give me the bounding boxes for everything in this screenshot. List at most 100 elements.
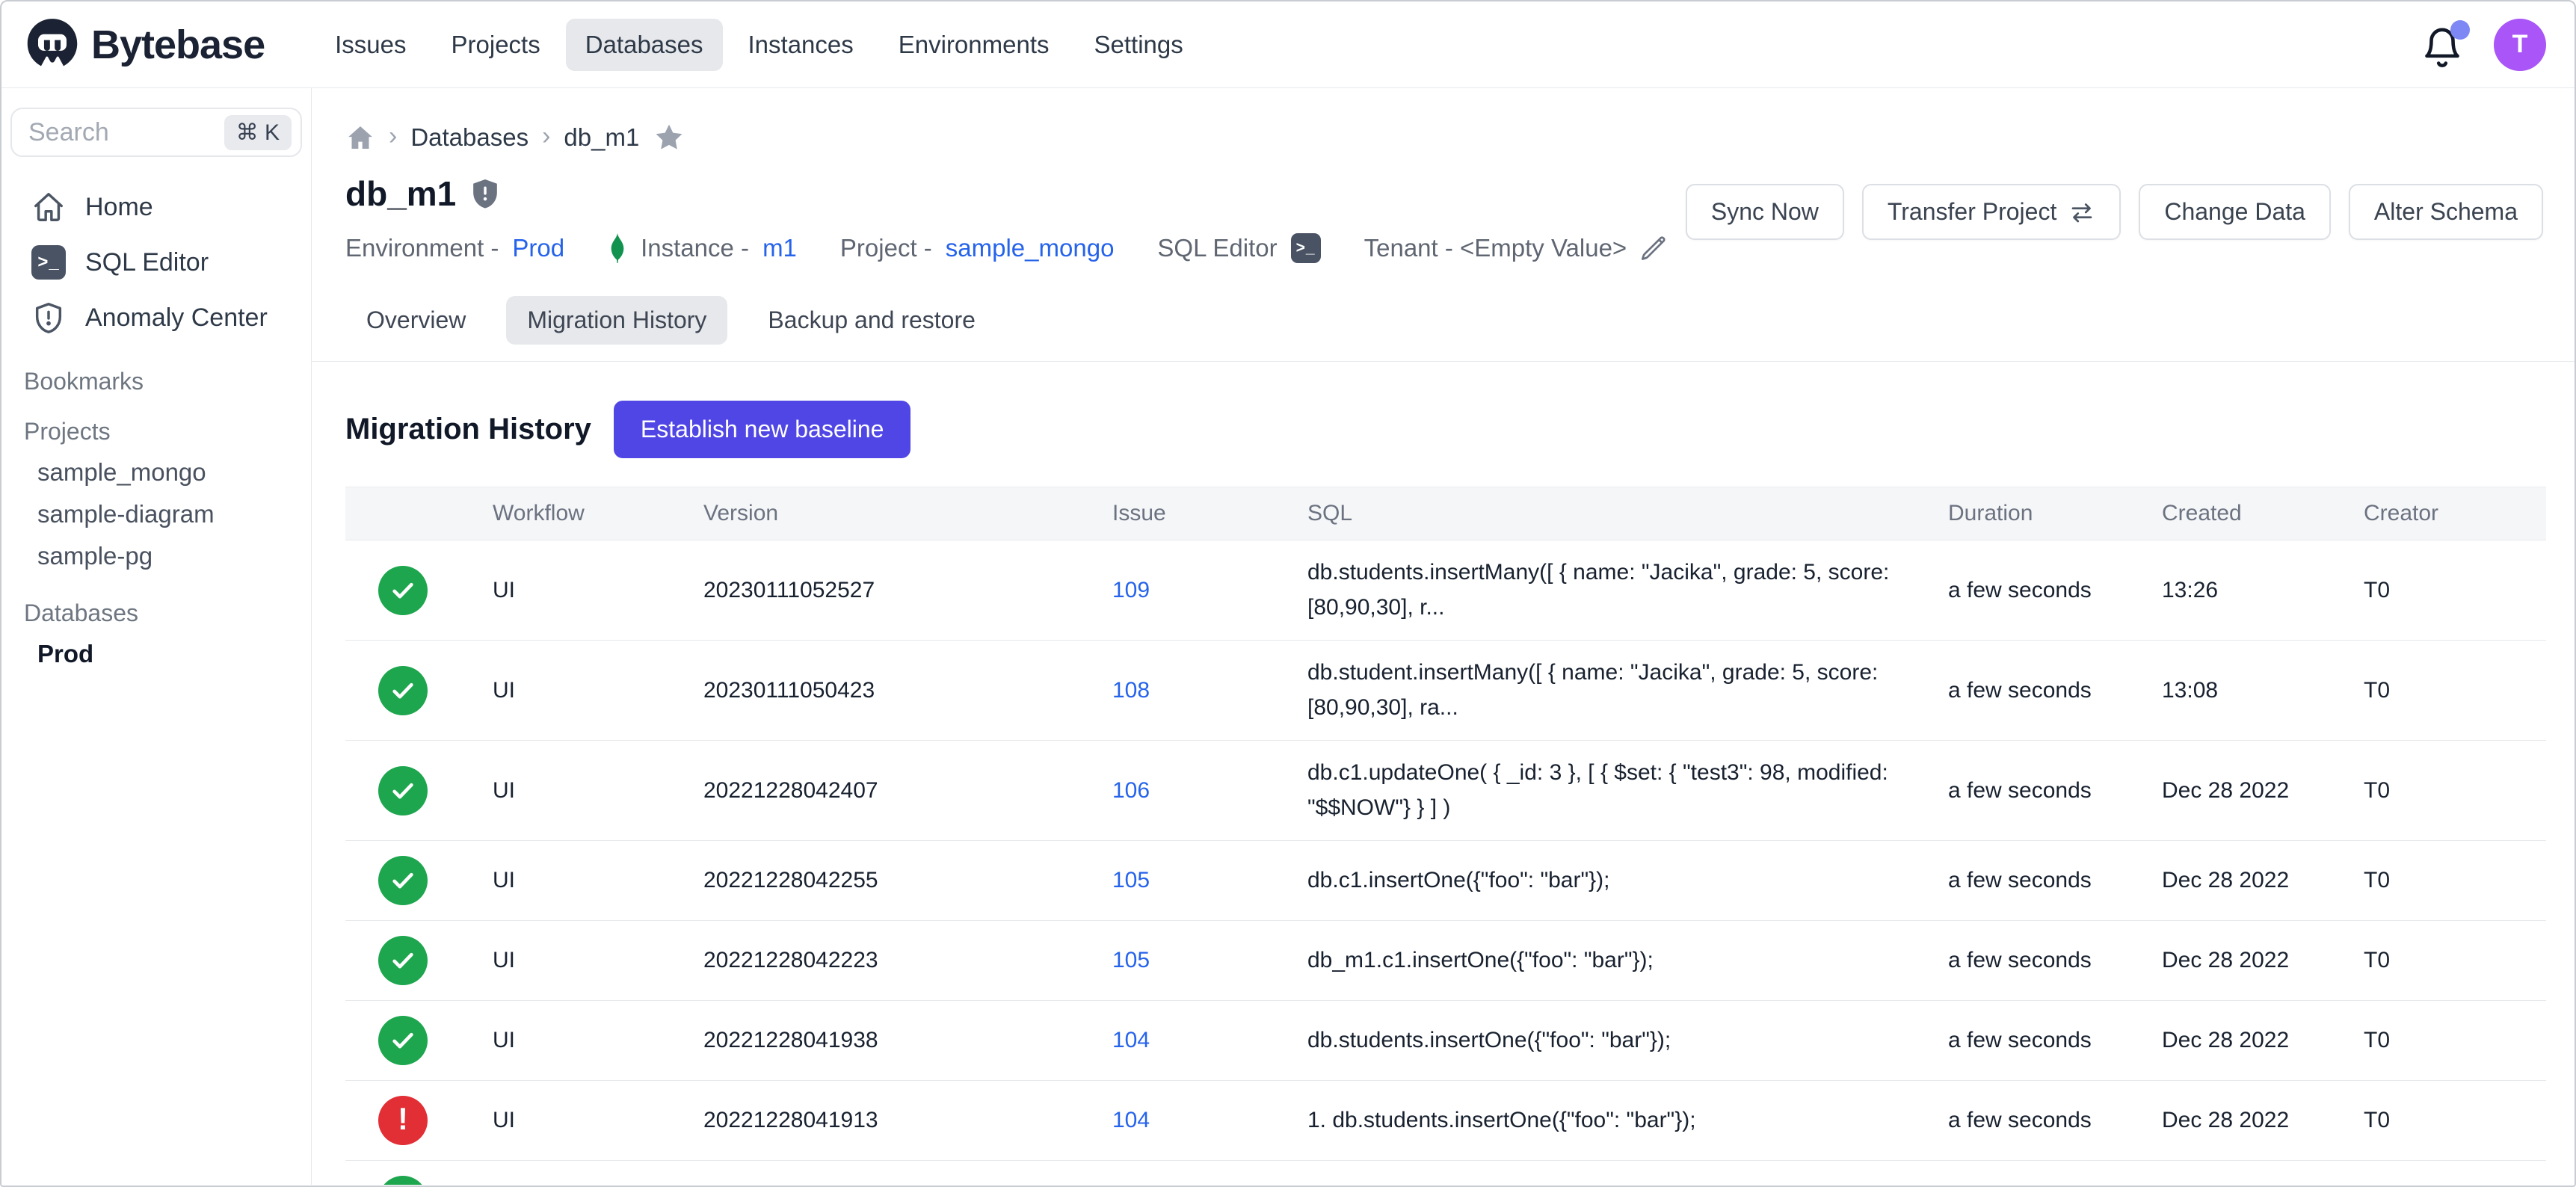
issue-link[interactable]: 109 — [1112, 578, 1150, 602]
tab-item[interactable]: Migration History — [506, 296, 727, 345]
home-icon — [31, 190, 66, 224]
tabs-divider — [312, 361, 2575, 362]
database-meta-row: Environment - Prod Instance - m1 Project… — [345, 233, 1667, 263]
table-head: WorkflowVersionIssueSQLDurationCreatedCr… — [345, 487, 2546, 540]
nav-item[interactable]: Databases — [566, 19, 723, 71]
sidebar-item-sql-editor[interactable]: >_ SQL Editor — [1, 235, 311, 290]
creator-cell: T0 — [2364, 921, 2546, 1001]
issue-cell: 104 — [1112, 1001, 1307, 1081]
duration-cell: a few seconds — [1948, 1081, 2162, 1161]
issue-cell: 109 — [1112, 540, 1307, 641]
sidebar-item-home[interactable]: Home — [1, 179, 311, 235]
creator-cell: T0 — [2364, 1161, 2546, 1186]
tab-item[interactable]: Overview — [345, 296, 487, 345]
created-cell: 13:08 — [2162, 641, 2364, 741]
search-input[interactable] — [28, 118, 224, 147]
exclamation-icon: ! — [398, 1103, 408, 1138]
version-cell: 20221228042223 — [703, 921, 1112, 1001]
breadcrumb: › Databases › db_m1 — [345, 88, 2543, 154]
page-header: db_m1 Environment - Prod — [345, 173, 2543, 263]
created-cell: Dec 28 2022 — [2162, 1001, 2364, 1081]
transfer-project-button[interactable]: Transfer Project — [1862, 184, 2121, 240]
breadcrumb-home-icon[interactable] — [345, 123, 375, 152]
sql-cell: db.students.insertMany([ { name: "Jacika… — [1307, 540, 1948, 641]
status-cell: ! — [345, 741, 493, 841]
project-item[interactable]: sample_mongo — [1, 451, 311, 493]
issue-link[interactable]: 104 — [1112, 1028, 1150, 1052]
establish-baseline-button[interactable]: Establish new baseline — [614, 401, 911, 458]
bookmark-star-icon[interactable] — [653, 121, 685, 154]
sql-cell: db_m1.c1.insertOne({"foo": "bar"}); — [1307, 921, 1948, 1001]
transfer-arrows-icon — [2068, 199, 2095, 226]
instance-link[interactable]: m1 — [762, 234, 797, 262]
database-env-item[interactable]: Prod — [1, 633, 311, 675]
shield-alert-icon — [471, 178, 499, 209]
status-icon: ! — [378, 566, 428, 615]
table-row: ! UI 20221228042255 105 db.c1.insertOne(… — [345, 841, 2546, 921]
edit-pencil-icon[interactable] — [1640, 235, 1667, 262]
user-avatar[interactable]: T — [2494, 19, 2546, 71]
app-window: Bytebase Issues Projects Databases Insta… — [0, 0, 2576, 1187]
duration-cell: a few seconds — [1948, 540, 2162, 641]
breadcrumb-separator: › — [542, 122, 550, 154]
version-cell: 20230111052527 — [703, 540, 1112, 641]
notification-badge — [2450, 20, 2470, 40]
created-cell: Dec 28 2022 — [2162, 1081, 2364, 1161]
nav-item[interactable]: Projects — [432, 19, 560, 71]
sql-editor-link-label[interactable]: SQL Editor — [1157, 234, 1277, 262]
project-item[interactable]: sample-diagram — [1, 493, 311, 535]
tab-item[interactable]: Backup and restore — [747, 296, 996, 345]
created-cell: Dec 28 2022 — [2162, 921, 2364, 1001]
brand-logo[interactable]: Bytebase — [24, 16, 265, 73]
main-nav: Issues Projects Databases Instances Envi… — [315, 19, 1203, 71]
version-cell: 20221228041938 — [703, 1001, 1112, 1081]
status-icon: ! — [378, 1096, 428, 1145]
status-cell: ! — [345, 841, 493, 921]
issue-link[interactable]: 108 — [1112, 678, 1150, 703]
issue-link[interactable]: 105 — [1112, 948, 1150, 972]
creator-cell: T0 — [2364, 1081, 2546, 1161]
button-label: Transfer Project — [1888, 198, 2056, 226]
check-icon — [387, 945, 419, 976]
workflow-cell: UI — [493, 1001, 703, 1081]
status-cell: ! — [345, 1001, 493, 1081]
button-label: Change Data — [2164, 198, 2305, 226]
issue-cell: 102 — [1112, 1161, 1307, 1186]
nav-item[interactable]: Settings — [1075, 19, 1203, 71]
status-icon: ! — [378, 666, 428, 715]
action-buttons: Sync Now Transfer Project Change Data — [1686, 184, 2543, 240]
sql-cell: 1. db.students.insertOne({"foo": "bar"})… — [1307, 1081, 1948, 1161]
created-cell: 13:26 — [2162, 540, 2364, 641]
breadcrumb-databases[interactable]: Databases — [410, 123, 529, 152]
issue-link[interactable]: 104 — [1112, 1108, 1150, 1132]
brand-name: Bytebase — [91, 22, 265, 68]
sql-editor-terminal-icon[interactable]: >_ — [1291, 233, 1321, 263]
sql-cell: db.students.insertOne({"foo": "bar"}); — [1307, 1001, 1948, 1081]
sidebar-section-databases: Databases — [24, 599, 311, 627]
issue-link[interactable]: 106 — [1112, 778, 1150, 803]
environment-label: Environment - — [345, 234, 499, 262]
environment-link[interactable]: Prod — [512, 234, 564, 262]
check-icon — [387, 775, 419, 807]
databases-list: Prod — [1, 633, 311, 675]
notification-bell-button[interactable] — [2421, 22, 2464, 68]
change-data-button[interactable]: Change Data — [2139, 184, 2331, 240]
nav-item[interactable]: Issues — [315, 19, 425, 71]
workflow-cell: UI — [493, 921, 703, 1001]
status-cell: ! — [345, 1081, 493, 1161]
search-box[interactable]: ⌘ K — [10, 108, 302, 157]
project-item[interactable]: sample-pg — [1, 535, 311, 577]
table-header-row: WorkflowVersionIssueSQLDurationCreatedCr… — [345, 487, 2546, 540]
column-header: Creator — [2364, 487, 2546, 540]
sidebar-item-anomaly-center[interactable]: Anomaly Center — [1, 290, 311, 345]
sync-now-button[interactable]: Sync Now — [1686, 184, 1844, 240]
alter-schema-button[interactable]: Alter Schema — [2349, 184, 2543, 240]
mongodb-leaf-icon — [608, 233, 627, 263]
issue-link[interactable]: 105 — [1112, 868, 1150, 892]
project-link[interactable]: sample_mongo — [946, 234, 1115, 262]
nav-item[interactable]: Environments — [879, 19, 1069, 71]
status-icon: ! — [378, 1016, 428, 1065]
creator-cell: T0 — [2364, 540, 2546, 641]
nav-right: T — [2421, 19, 2546, 71]
nav-item[interactable]: Instances — [729, 19, 873, 71]
